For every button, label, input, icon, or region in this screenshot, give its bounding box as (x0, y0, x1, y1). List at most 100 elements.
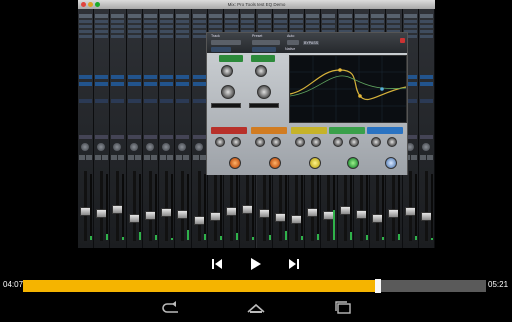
pan-knob[interactable] (97, 143, 106, 151)
pan-knob[interactable] (145, 143, 154, 151)
input-selector[interactable] (79, 75, 92, 79)
automation-mode[interactable] (192, 135, 206, 139)
automation-mode[interactable] (79, 135, 92, 139)
hmf-q-knob[interactable] (347, 157, 359, 169)
mf-band-header[interactable] (291, 127, 327, 134)
insert-slot[interactable] (289, 14, 303, 18)
send-slot[interactable] (95, 35, 109, 38)
send-slot[interactable] (127, 30, 141, 33)
send-slot[interactable] (371, 20, 385, 23)
output-selector[interactable] (419, 82, 433, 86)
mute-button[interactable] (167, 155, 174, 160)
insert-slot[interactable] (419, 14, 433, 18)
mf-q-knob[interactable] (309, 157, 321, 169)
input-selector[interactable] (143, 75, 157, 79)
hf-band-header[interactable] (367, 127, 403, 134)
send-slot[interactable] (176, 30, 190, 33)
mf-gain-knob[interactable] (295, 137, 305, 147)
solo-button[interactable] (160, 155, 167, 160)
close-icon[interactable] (400, 38, 405, 43)
seek-thumb[interactable] (375, 279, 382, 293)
input-selector[interactable] (192, 75, 206, 79)
safe-button[interactable] (252, 47, 276, 52)
send-slot[interactable] (160, 20, 174, 23)
auto-button[interactable] (287, 40, 299, 45)
hmf-band-header[interactable] (329, 127, 365, 134)
send-slot[interactable] (208, 25, 222, 28)
send-slot[interactable] (143, 35, 157, 38)
output-selector[interactable] (192, 82, 206, 86)
skip-previous-button[interactable] (207, 254, 227, 274)
send-slot[interactable] (225, 25, 239, 28)
insert-slot[interactable] (403, 14, 417, 18)
lf-gain-knob[interactable] (215, 137, 225, 147)
hmf-gain-knob[interactable] (333, 137, 343, 147)
hpf-band-header[interactable] (219, 55, 243, 62)
pan-knob[interactable] (178, 143, 187, 151)
mute-button[interactable] (183, 155, 190, 160)
solo-button[interactable] (192, 155, 199, 160)
send-slot[interactable] (79, 30, 92, 33)
insert-slot[interactable] (241, 14, 255, 18)
solo-button[interactable] (127, 155, 134, 160)
send-slot[interactable] (192, 20, 206, 23)
send-slot[interactable] (289, 20, 303, 23)
automation-mode[interactable] (95, 135, 109, 139)
hf-gain-knob[interactable] (371, 137, 381, 147)
bus-selector[interactable] (419, 99, 433, 103)
input-gain-knob[interactable] (221, 65, 233, 77)
send-slot[interactable] (192, 35, 206, 38)
insert-slot[interactable] (208, 14, 222, 18)
seek-bar[interactable] (23, 279, 486, 293)
insert-slot[interactable] (338, 14, 352, 18)
output-selector[interactable] (127, 82, 141, 86)
input-selector[interactable] (95, 75, 109, 79)
bus-selector[interactable] (95, 99, 109, 103)
pan-knob[interactable] (113, 143, 122, 151)
lf-q-knob[interactable] (229, 157, 241, 169)
pan-knob[interactable] (421, 143, 430, 151)
send-slot[interactable] (419, 20, 433, 23)
send-slot[interactable] (338, 25, 352, 28)
automation-mode[interactable] (111, 135, 125, 139)
send-slot[interactable] (354, 20, 368, 23)
solo-button[interactable] (95, 155, 102, 160)
lpf-band-header[interactable] (251, 55, 275, 62)
compare-button[interactable] (211, 47, 231, 52)
pan-knob[interactable] (194, 143, 203, 151)
send-slot[interactable] (160, 30, 174, 33)
insert-slot[interactable] (387, 14, 401, 18)
bus-selector[interactable] (160, 99, 174, 103)
automation-mode[interactable] (127, 135, 141, 139)
output-selector[interactable] (160, 82, 174, 86)
back-button[interactable] (156, 299, 186, 317)
play-button[interactable] (245, 254, 265, 274)
send-slot[interactable] (371, 25, 385, 28)
mute-button[interactable] (199, 155, 206, 160)
send-slot[interactable] (403, 25, 417, 28)
mute-button[interactable] (102, 155, 109, 160)
send-slot[interactable] (127, 35, 141, 38)
send-slot[interactable] (111, 35, 125, 38)
output-selector[interactable] (111, 82, 125, 86)
lf-freq-knob[interactable] (231, 137, 241, 147)
lmf-q-knob[interactable] (269, 157, 281, 169)
mute-button[interactable] (86, 155, 92, 160)
mute-button[interactable] (150, 155, 157, 160)
automation-mode[interactable] (143, 135, 157, 139)
send-slot[interactable] (241, 20, 255, 23)
bus-selector[interactable] (143, 99, 157, 103)
send-slot[interactable] (354, 25, 368, 28)
mute-button[interactable] (410, 155, 417, 160)
send-slot[interactable] (79, 25, 92, 28)
send-slot[interactable] (111, 25, 125, 28)
send-slot[interactable] (143, 25, 157, 28)
send-slot[interactable] (306, 20, 320, 23)
insert-slot[interactable] (79, 14, 92, 18)
send-slot[interactable] (192, 30, 206, 33)
automation-mode[interactable] (176, 135, 190, 139)
pan-knob[interactable] (81, 143, 89, 151)
send-slot[interactable] (95, 20, 109, 23)
hf-freq-knob[interactable] (387, 137, 397, 147)
send-slot[interactable] (273, 25, 287, 28)
